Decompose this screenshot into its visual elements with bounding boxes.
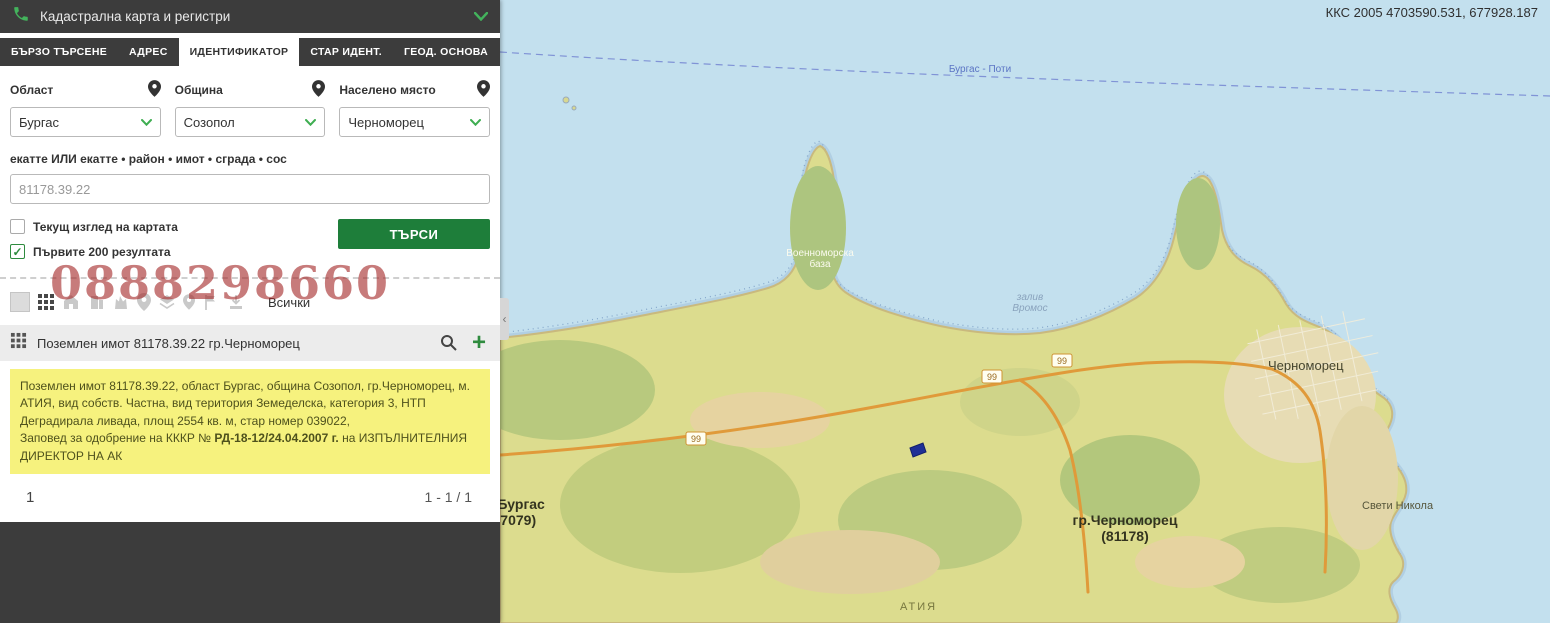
map-canvas[interactable]: 99 99 99	[500, 0, 1550, 623]
obshtina-value: Созопол	[184, 115, 235, 130]
map-coordinates: ККС 2005 4703590.531, 677928.187	[1326, 5, 1538, 20]
filter-all-label[interactable]: Всички	[268, 295, 310, 310]
phone-icon	[12, 5, 30, 28]
search-panel: Област Бургас Община	[0, 66, 500, 522]
result-detail-order: РД-18-12/24.04.2007 г.	[214, 431, 338, 445]
current-view-label: Текущ изглед на картата	[33, 220, 178, 234]
app-header-dropdown[interactable]: Кадастрална карта и регистри	[0, 0, 500, 38]
page-info: 1 - 1 / 1	[425, 489, 472, 505]
result-item-header[interactable]: Поземлен имот 81178.39.22 гр.Черноморец …	[0, 325, 500, 361]
parcel-grid-icon	[10, 332, 27, 354]
tab-quick-search[interactable]: БЪРЗО ТЪРСЕНЕ	[0, 38, 118, 66]
layers-icon[interactable]	[158, 293, 176, 311]
pagination: 1 1 - 1 / 1	[10, 474, 490, 522]
identifier-input[interactable]	[10, 174, 490, 204]
obshtina-label: Община	[175, 83, 223, 97]
oblast-select[interactable]: Бургас	[10, 107, 161, 137]
parcels-grid-icon[interactable]	[37, 293, 55, 311]
chevron-down-icon	[141, 119, 152, 126]
road-shield: 99	[1052, 354, 1072, 367]
zoom-to-result-icon[interactable]	[440, 334, 458, 352]
tab-address[interactable]: АДРЕС	[118, 38, 179, 66]
obshtina-pin-icon[interactable]	[312, 80, 325, 100]
svg-text:99: 99	[1057, 356, 1067, 366]
first-results-checkbox-row[interactable]: ✓ Първите 200 резултата	[10, 244, 338, 259]
page-number[interactable]: 1	[26, 489, 34, 506]
first-results-label: Първите 200 резултата	[33, 245, 171, 259]
obshtina-select[interactable]: Созопол	[175, 107, 326, 137]
naseleno-select[interactable]: Черноморец	[339, 107, 490, 137]
road-shield: 99	[982, 370, 1002, 383]
chevron-down-icon[interactable]	[474, 8, 488, 26]
naseleno-value: Черноморец	[348, 115, 424, 130]
pin-icon[interactable]	[137, 293, 151, 311]
home-icon[interactable]	[62, 293, 80, 311]
map-view[interactable]: 99 99 99 ККС 2005 4703590.531, 677928.18…	[500, 0, 1550, 623]
oblast-pin-icon[interactable]	[148, 80, 161, 100]
oblast-value: Бургас	[19, 115, 59, 130]
tab-identifier[interactable]: ИДЕНТИФИКАТОР	[179, 38, 300, 66]
svg-text:99: 99	[691, 434, 701, 444]
tab-bar: БЪРЗО ТЪРСЕНЕ АДРЕС ИДЕНТИФИКАТОР СТАР И…	[0, 38, 500, 66]
add-result-icon[interactable]: +	[468, 334, 490, 352]
chevron-down-icon	[305, 119, 316, 126]
search-button[interactable]: ТЪРСИ	[338, 219, 490, 249]
tab-old-ident[interactable]: СТАР ИДЕНТ.	[299, 38, 393, 66]
region-filters: Област Бургас Община	[10, 76, 490, 137]
app: Кадастрална карта и регистри БЪРЗО ТЪРСЕ…	[0, 0, 1550, 623]
first-results-checkbox[interactable]: ✓	[10, 244, 25, 259]
naseleno-pin-icon[interactable]	[477, 80, 490, 100]
result-detail-note: Поземлен имот 81178.39.22, област Бургас…	[10, 369, 490, 474]
naseleno-label: Населено място	[339, 83, 435, 97]
current-view-checkbox[interactable]	[10, 219, 25, 234]
chevron-down-icon	[470, 119, 481, 126]
islet	[563, 97, 569, 103]
poi-pin-icon[interactable]	[183, 294, 195, 310]
oblast-label: Област	[10, 83, 53, 97]
current-view-checkbox-row[interactable]: Текущ изглед на картата	[10, 219, 338, 234]
flag-icon[interactable]	[202, 293, 220, 311]
panel-collapse-handle[interactable]: ‹	[500, 298, 509, 340]
filter-none-swatch[interactable]	[10, 292, 30, 312]
svg-text:99: 99	[987, 372, 997, 382]
result-filter-bar: Всички	[10, 279, 490, 323]
islet	[572, 106, 576, 110]
sidebar: Кадастрална карта и регистри БЪРЗО ТЪРСЕ…	[0, 0, 500, 623]
sidebar-footer	[0, 522, 500, 623]
app-title: Кадастрална карта и регистри	[40, 9, 464, 24]
building-icon[interactable]	[87, 293, 105, 311]
download-icon[interactable]	[227, 293, 245, 311]
industrial-icon[interactable]	[112, 293, 130, 311]
collapse-panel-icon: ‹	[503, 312, 507, 326]
ekatte-hint-label: екатте ИЛИ екатте • район • имот • сград…	[10, 152, 490, 166]
result-item-title: Поземлен имот 81178.39.22 гр.Черноморец	[37, 336, 430, 351]
tab-geod-base[interactable]: ГЕОД. ОСНОВА	[393, 38, 499, 66]
road-shield: 99	[686, 432, 706, 445]
